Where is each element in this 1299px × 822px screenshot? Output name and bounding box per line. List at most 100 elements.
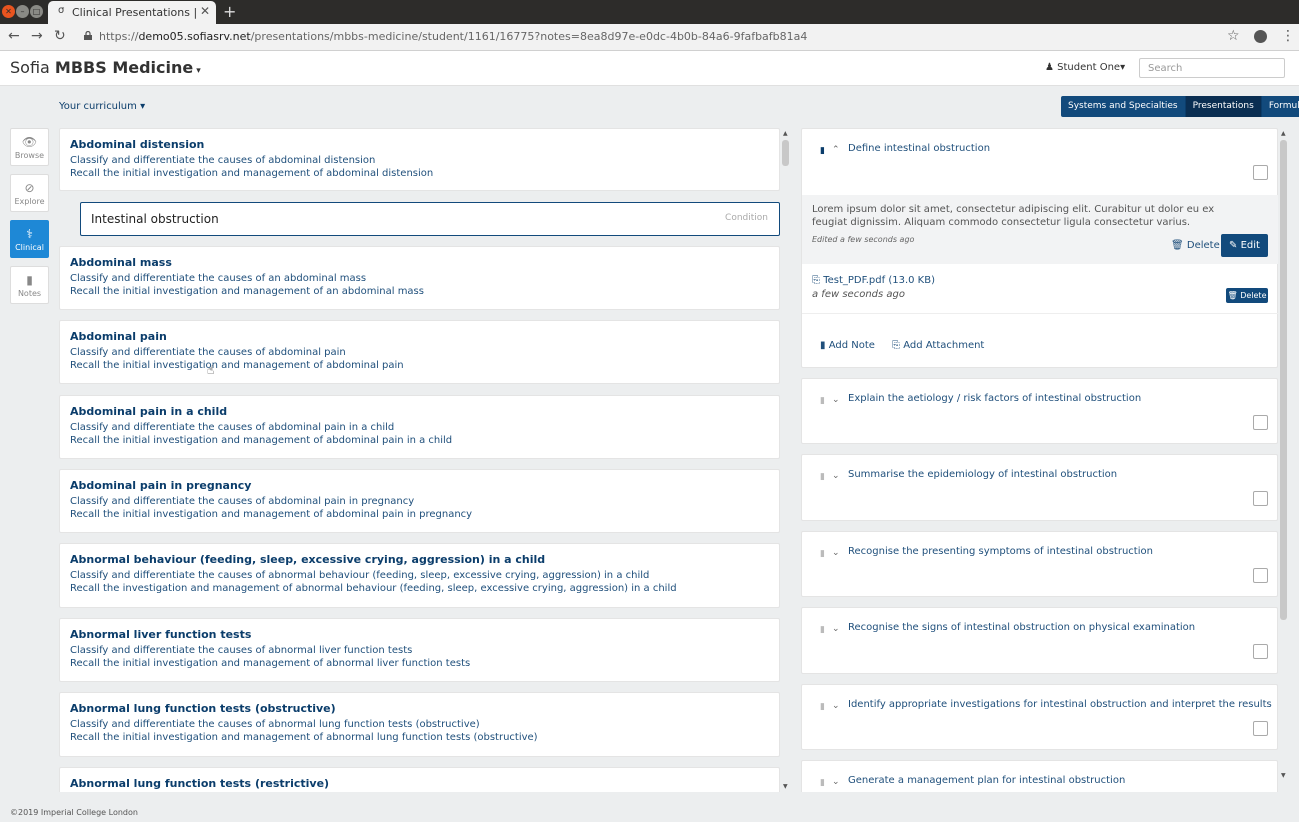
nav-notes[interactable]: ▮ Notes [10, 266, 49, 304]
objective-checkbox[interactable] [1253, 721, 1268, 736]
caret-down-icon: ▾ [140, 101, 146, 112]
chevron-down-icon[interactable]: ⌄ [832, 548, 840, 558]
objective-card-expanded: ▮ ⌃ Define intestinal obstruction Lorem … [801, 128, 1278, 368]
reload-icon[interactable]: ↻ [54, 28, 66, 44]
objective-checkbox[interactable] [1253, 644, 1268, 659]
presentation-title[interactable]: Abdominal pain in a child [70, 405, 769, 418]
objective-checkbox[interactable] [1253, 491, 1268, 506]
toggle-systems-specialties[interactable]: Systems and Specialties [1061, 96, 1186, 117]
scroll-down-icon[interactable]: ▼ [1281, 772, 1286, 779]
window-maximize-button[interactable]: □ [30, 5, 43, 18]
objective-card[interactable]: ▮ ⌄ Generate a management plan for intes… [801, 760, 1278, 792]
presentation-title[interactable]: Abdominal mass [70, 256, 769, 269]
note-delete-button[interactable]: 🗑 Delete [1171, 240, 1220, 251]
user-menu[interactable]: ♟ Student One▾ [1045, 62, 1125, 73]
chevron-down-icon[interactable]: ⌄ [832, 701, 840, 711]
attachment-link[interactable]: ⎘ Test_PDF.pdf (13.0 KB) [812, 275, 935, 286]
objective-card[interactable]: ▮ ⌄ Identify appropriate investigations … [801, 684, 1278, 750]
chevron-down-icon[interactable]: ⌄ [832, 395, 840, 405]
presentation-title[interactable]: Abdominal distension [70, 138, 769, 151]
presentation-card[interactable]: Abdominal pain Classify and differentiat… [59, 320, 780, 384]
objective-card[interactable]: ▮ ⌄ Recognise the signs of intestinal ob… [801, 607, 1278, 674]
note-edit-button[interactable]: ✎ Edit [1221, 234, 1268, 257]
presentation-card[interactable]: Abdominal pain in pregnancy Classify and… [59, 469, 780, 533]
scroll-down-icon[interactable]: ▼ [783, 783, 788, 790]
bookmark-icon[interactable]: ▮ [820, 146, 825, 156]
bookmark-icon[interactable]: ▮ [820, 549, 825, 559]
presentation-title[interactable]: Abnormal lung function tests (restrictiv… [70, 777, 769, 790]
objectives-scrollbar[interactable]: ▲ ▼ [1279, 128, 1289, 792]
add-attachment-button[interactable]: ⎘ Add Attachment [892, 340, 984, 351]
presentation-title[interactable]: Abnormal liver function tests [70, 628, 769, 641]
window-minimize-button[interactable]: – [16, 5, 29, 18]
presentation-line: Recall the initial investigation and man… [70, 509, 473, 520]
browser-titlebar: ✕ – □ σ Clinical Presentations | Cu ✕ + [0, 0, 1299, 24]
curriculum-dropdown[interactable]: Your curriculum ▾ [59, 101, 145, 112]
presentation-title[interactable]: Abdominal pain in pregnancy [70, 479, 769, 492]
presentation-card[interactable]: Abnormal lung function tests (obstructiv… [59, 692, 780, 757]
presentation-card[interactable]: Abnormal liver function tests Classify a… [59, 618, 780, 682]
presentation-title[interactable]: Abnormal behaviour (feeding, sleep, exce… [70, 553, 769, 566]
address-bar[interactable]: https://demo05.sofiasrv.net/presentation… [99, 30, 807, 43]
presentation-card[interactable]: Abnormal behaviour (feeding, sleep, exce… [59, 543, 780, 608]
nav-explore[interactable]: ⊘ Explore [10, 174, 49, 212]
add-attachment-label: Add Attachment [903, 340, 985, 351]
objective-title[interactable]: Identify appropriate investigations for … [848, 699, 1272, 710]
bookmark-icon[interactable]: ▮ [820, 625, 825, 635]
bookmark-icon: ▮ [26, 273, 33, 287]
bookmark-icon[interactable]: ▮ [820, 702, 825, 712]
scroll-up-icon[interactable]: ▲ [783, 130, 788, 137]
app-brand[interactable]: Sofia MBBS Medicine ▾ [10, 58, 201, 77]
scroll-up-icon[interactable]: ▲ [1281, 130, 1286, 137]
browser-tab[interactable]: σ Clinical Presentations | Cu ✕ [48, 1, 216, 24]
window-close-button[interactable]: ✕ [2, 5, 15, 18]
presentation-card[interactable]: Abdominal pain in a child Classify and d… [59, 395, 780, 459]
nav-browse[interactable]: 👁 Browse [10, 128, 49, 166]
search-input[interactable] [1139, 58, 1285, 78]
add-note-button[interactable]: ▮ Add Note [820, 340, 875, 351]
toggle-presentations[interactable]: Presentations [1185, 96, 1262, 117]
presentation-card[interactable]: Abnormal lung function tests (restrictiv… [59, 767, 780, 792]
bookmark-icon[interactable]: ▮ [820, 778, 825, 788]
objective-title[interactable]: Summarise the epidemiology of intestinal… [848, 469, 1117, 480]
trash-icon: 🗑 [1227, 291, 1238, 300]
chevron-up-icon[interactable]: ⌃ [832, 145, 840, 155]
objective-title[interactable]: Recognise the signs of intestinal obstru… [848, 622, 1195, 633]
presentation-card[interactable]: Abdominal mass Classify and differentiat… [59, 246, 780, 310]
list-scroll-thumb[interactable] [782, 140, 789, 166]
presentation-title[interactable]: Abnormal lung function tests (obstructiv… [70, 702, 769, 715]
objective-checkbox[interactable] [1253, 165, 1268, 180]
condition-name: Intestinal obstruction [91, 212, 219, 226]
toggle-formulary[interactable]: Formulary [1261, 96, 1299, 117]
nav-clinical[interactable]: ⚕ Clinical [10, 220, 49, 258]
bookmark-star-icon[interactable]: ☆ [1227, 28, 1240, 44]
objective-title[interactable]: Define intestinal obstruction [848, 143, 990, 154]
bookmark-icon[interactable]: ▮ [820, 472, 825, 482]
objective-checkbox[interactable] [1253, 415, 1268, 430]
forward-icon[interactable]: → [31, 28, 43, 44]
note-text: Lorem ipsum dolor sit amet, consectetur … [812, 204, 1215, 228]
objective-checkbox[interactable] [1253, 568, 1268, 583]
new-tab-button[interactable]: + [223, 2, 236, 21]
objective-card[interactable]: ▮ ⌄ Explain the aetiology / risk factors… [801, 378, 1278, 444]
browser-menu-icon[interactable]: ⋮ [1281, 28, 1295, 44]
objective-title[interactable]: Explain the aetiology / risk factors of … [848, 393, 1141, 404]
objective-card[interactable]: ▮ ⌄ Summarise the epidemiology of intest… [801, 454, 1278, 521]
objective-card[interactable]: ▮ ⌄ Recognise the presenting symptoms of… [801, 531, 1278, 597]
objective-title[interactable]: Recognise the presenting symptoms of int… [848, 546, 1153, 557]
tab-close-icon[interactable]: ✕ [200, 4, 210, 18]
selected-condition[interactable]: Intestinal obstruction Condition [80, 202, 780, 236]
bookmark-icon[interactable]: ▮ [820, 396, 825, 406]
account-icon[interactable] [1254, 30, 1267, 43]
chevron-down-icon[interactable]: ⌄ [832, 471, 840, 481]
objective-title[interactable]: Generate a management plan for intestina… [848, 775, 1125, 786]
note-edit-label: Edit [1240, 240, 1260, 251]
list-scrollbar[interactable]: ▲ ▼ [781, 128, 791, 792]
presentation-title[interactable]: Abdominal pain [70, 330, 769, 343]
objectives-scroll-thumb[interactable] [1280, 140, 1287, 620]
presentation-card[interactable]: Abdominal distension Classify and differ… [59, 128, 780, 191]
back-icon[interactable]: ← [8, 28, 20, 44]
chevron-down-icon[interactable]: ⌄ [832, 624, 840, 634]
chevron-down-icon[interactable]: ⌄ [832, 777, 840, 787]
attachment-delete-button[interactable]: 🗑 Delete [1226, 288, 1268, 303]
